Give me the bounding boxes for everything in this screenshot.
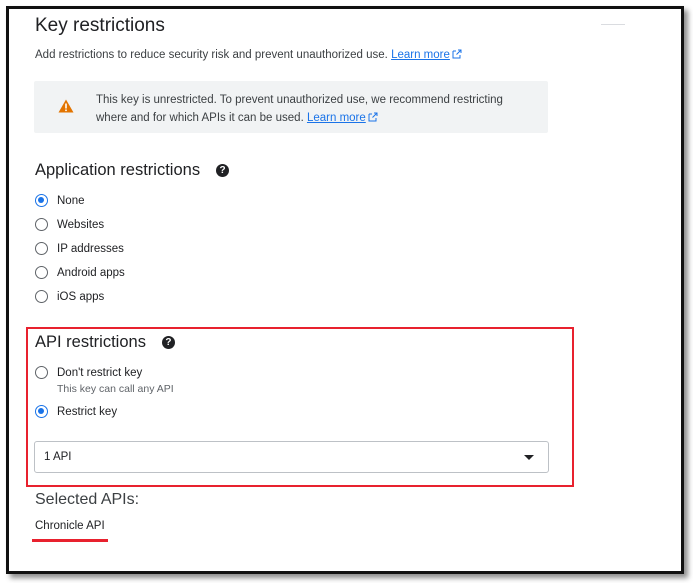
application-restrictions-title: Application restrictions ? — [35, 161, 230, 180]
radio-button[interactable] — [35, 366, 48, 379]
radio-button[interactable] — [35, 242, 48, 255]
api-restrictions-title: API restrictions ? — [35, 333, 175, 352]
radio-button[interactable] — [35, 266, 48, 279]
radio-button-checked[interactable] — [35, 405, 48, 418]
selected-apis-title: Selected APIs: — [35, 491, 140, 508]
application-restrictions-label: Application restrictions — [35, 161, 201, 179]
radio-label: None — [57, 194, 85, 207]
description: Add restrictions to reduce security risk… — [35, 49, 462, 61]
radio-websites[interactable]: Websites — [35, 218, 104, 231]
radio-label: IP addresses — [57, 242, 124, 255]
radio-label: Android apps — [57, 266, 125, 279]
dropdown-value: 1 API — [44, 451, 72, 463]
radio-ios-apps[interactable]: iOS apps — [35, 290, 104, 303]
radio-ip-addresses[interactable]: IP addresses — [35, 242, 124, 255]
external-link-icon — [452, 49, 462, 59]
dont-restrict-sublabel: This key can call any API — [57, 383, 174, 395]
unrestricted-warning: This key is unrestricted. To prevent una… — [34, 81, 548, 133]
radio-label: iOS apps — [57, 290, 105, 303]
help-icon[interactable]: ? — [161, 336, 175, 349]
caret-down-icon — [524, 455, 534, 460]
help-icon[interactable]: ? — [216, 164, 230, 177]
description-text: Add restrictions to reduce security risk… — [35, 49, 388, 61]
highlight-underline — [32, 539, 108, 542]
radio-none[interactable]: None — [35, 194, 85, 207]
screenshot-frame: Key restrictions Add restrictions to red… — [6, 6, 684, 574]
radio-label: Don't restrict key — [57, 366, 143, 379]
warning-icon — [58, 99, 74, 113]
learn-more-label: Learn more — [391, 49, 450, 61]
page-title: Key restrictions — [35, 15, 165, 36]
api-restrictions-label: API restrictions — [35, 333, 146, 351]
key-restrictions-panel: Key restrictions Add restrictions to red… — [9, 9, 681, 571]
radio-dont-restrict-key[interactable]: Don't restrict key — [35, 366, 142, 379]
radio-button[interactable] — [35, 218, 48, 231]
external-link-icon — [368, 112, 378, 122]
warning-learn-more-label: Learn more — [306, 112, 366, 124]
warning-message: This key is unrestricted. To prevent una… — [96, 94, 503, 124]
radio-button[interactable] — [35, 290, 48, 303]
warning-learn-more-link[interactable]: Learn more — [307, 112, 378, 124]
radio-button-checked[interactable] — [35, 194, 48, 207]
selected-api-item: Chronicle API — [35, 520, 105, 532]
learn-more-link[interactable]: Learn more — [391, 49, 462, 61]
radio-label: Websites — [57, 218, 105, 231]
api-select-dropdown[interactable]: 1 API — [34, 441, 549, 473]
radio-label: Restrict key — [57, 405, 118, 418]
radio-restrict-key[interactable]: Restrict key — [35, 405, 117, 418]
warning-text: This key is unrestricted. To prevent una… — [96, 91, 536, 127]
radio-android-apps[interactable]: Android apps — [35, 266, 125, 279]
